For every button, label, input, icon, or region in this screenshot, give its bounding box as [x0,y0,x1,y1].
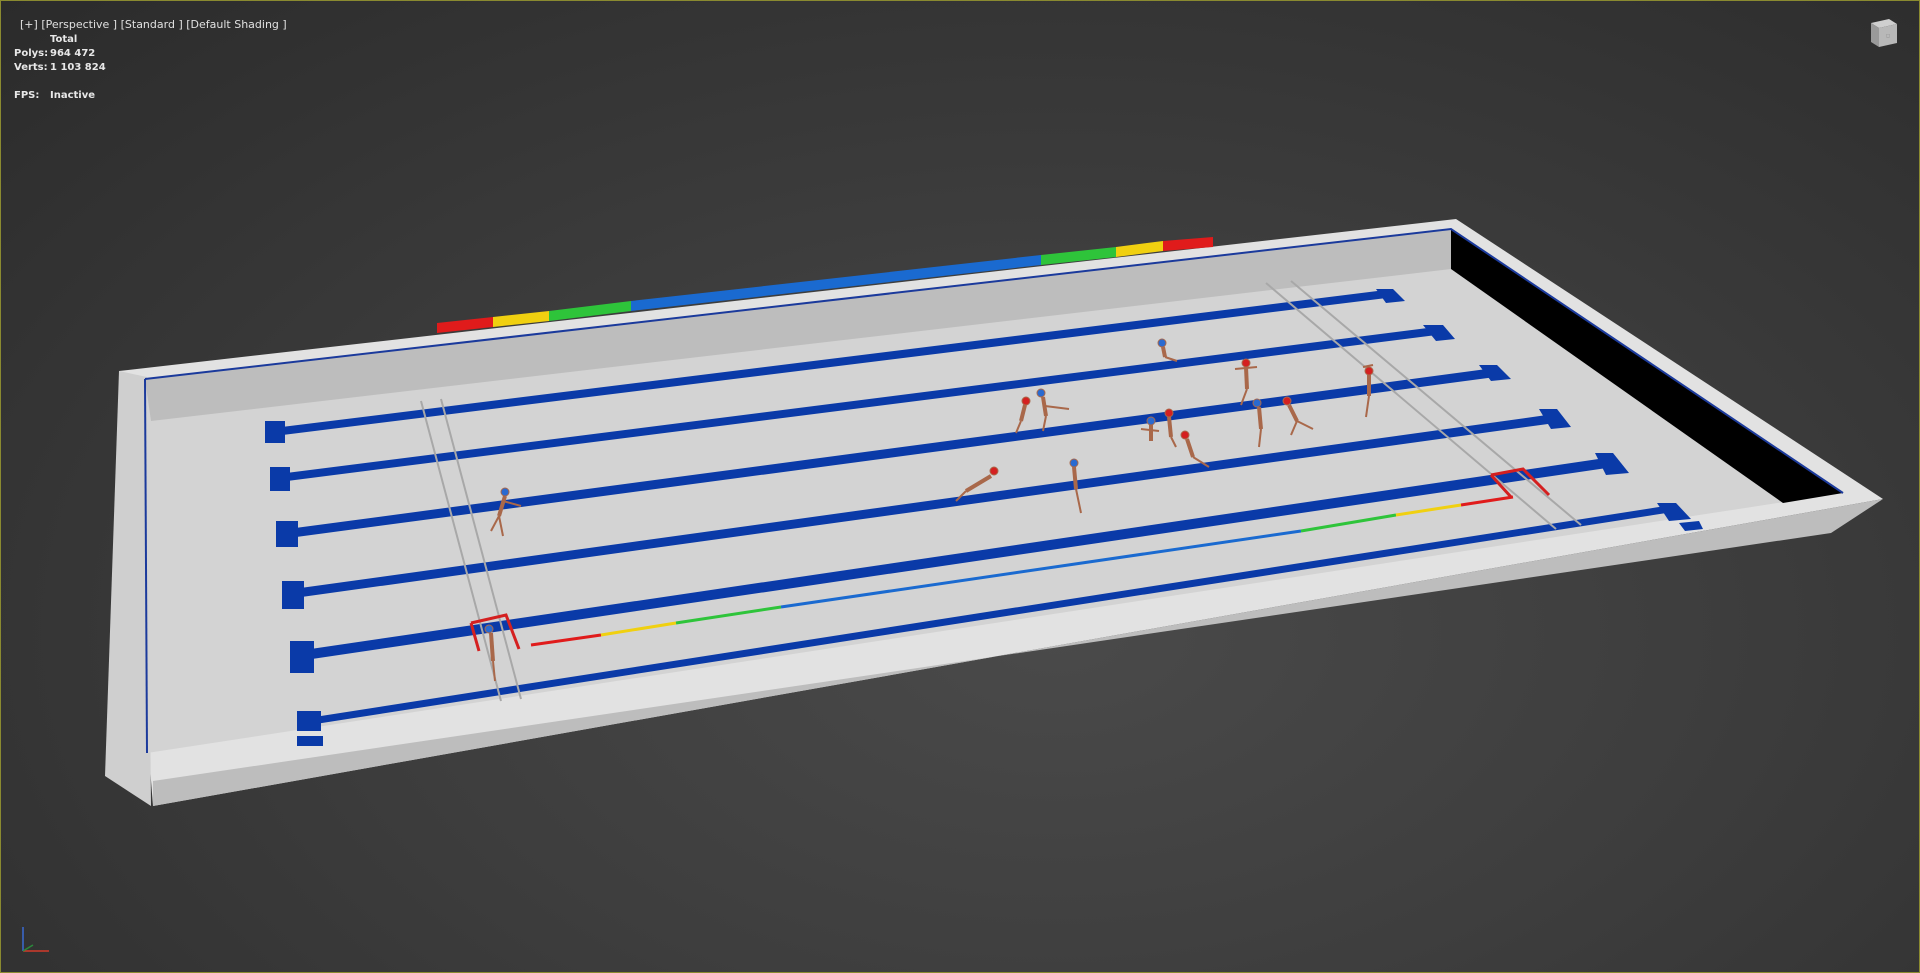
fps-value: Inactive [50,90,96,101]
verts-label: Verts: [14,62,48,73]
stats-header: Total [50,34,78,45]
viewcube-icon[interactable]: ◻ [1867,15,1901,49]
stats-polys: Polys: 964 472 [14,47,106,61]
fps-label: FPS: [14,90,40,101]
polys-label: Polys: [14,48,49,59]
polys-value: 964 472 [50,48,96,59]
pool-deck-left-edge [105,371,151,806]
stats-overlay: Total Polys: 964 472 Verts: 1 103 824 FP… [14,33,106,103]
perspective-viewport[interactable]: [+] [Perspective ] [Standard ] [Default … [0,0,1920,973]
viewport-menu-plus[interactable]: [+] [20,18,38,31]
viewport-menu-mode[interactable]: [Standard ] [121,18,183,31]
viewport-menu-view[interactable]: [Perspective ] [41,18,117,31]
viewport-menu-shading[interactable]: [Default Shading ] [186,18,286,31]
pool-scene[interactable] [1,1,1919,972]
axis-tripod-icon [22,927,49,952]
stats-verts: Verts: 1 103 824 [14,61,106,75]
stats-fps: FPS: Inactive [14,89,106,103]
svg-text:◻: ◻ [1886,33,1890,39]
verts-value: 1 103 824 [50,62,106,73]
